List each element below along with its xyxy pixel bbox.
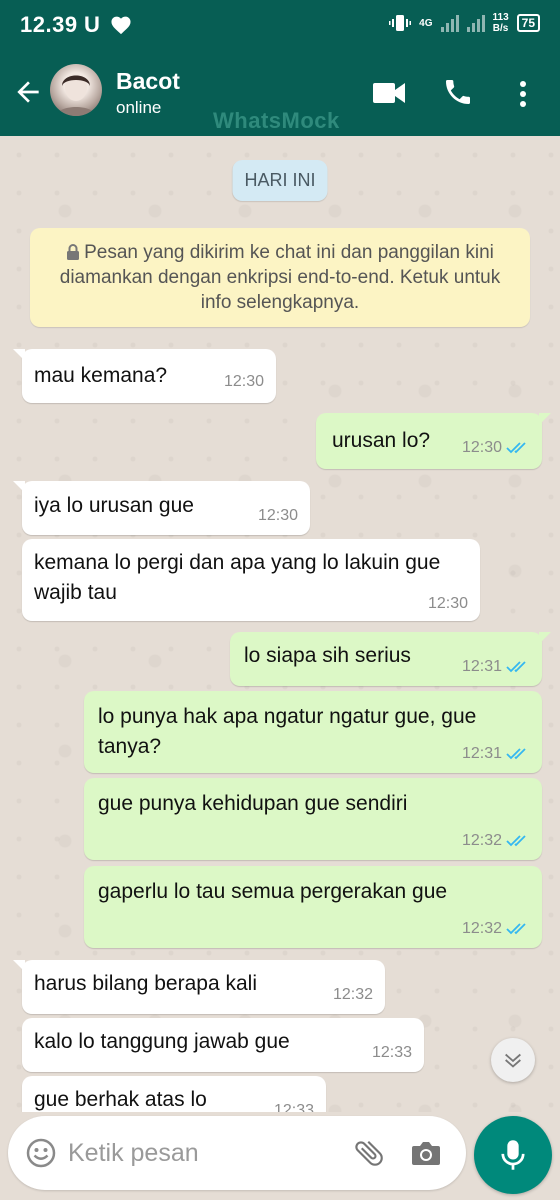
status-u-indicator: U bbox=[84, 12, 100, 37]
phone-icon[interactable] bbox=[442, 76, 474, 108]
message-input[interactable] bbox=[68, 1130, 338, 1176]
lock-icon bbox=[67, 244, 80, 260]
message-time: 12:30 bbox=[461, 439, 502, 456]
mic-icon bbox=[501, 1140, 525, 1170]
message-incoming[interactable]: kalo lo tanggung jawab gue 12:33 bbox=[22, 1018, 424, 1072]
message-meta: 12:31 bbox=[462, 745, 530, 763]
message-text: harus bilang berapa kali bbox=[34, 972, 257, 995]
double-check-icon bbox=[506, 748, 526, 760]
signal-icon-2 bbox=[466, 14, 485, 32]
status-bar: 12.39 U 4G 113 B/s 75 bbox=[0, 0, 560, 52]
contact-name[interactable]: Bacot bbox=[116, 68, 180, 95]
date-chip: HARI INI bbox=[232, 160, 328, 201]
watermark: WhatsMock bbox=[213, 108, 340, 133]
message-incoming[interactable]: gue berhak atas lo 12:33 bbox=[22, 1076, 326, 1112]
message-meta: 12:33 bbox=[372, 1044, 412, 1062]
message-outgoing[interactable]: lo siapa sih serius 12:31 bbox=[230, 632, 551, 686]
battery-indicator: 75 bbox=[516, 14, 540, 32]
vibrate-icon bbox=[389, 15, 412, 31]
message-time: 12:31 bbox=[461, 745, 502, 762]
contact-status: online bbox=[116, 98, 162, 117]
emoji-icon[interactable] bbox=[26, 1138, 56, 1168]
attach-icon[interactable] bbox=[352, 1136, 386, 1170]
signal-icon bbox=[440, 14, 459, 32]
message-outgoing[interactable]: gaperlu lo tau semua pergerakan gue 12:3… bbox=[84, 866, 542, 948]
network-type: 4G bbox=[419, 17, 433, 29]
message-time: 12:33 bbox=[273, 1102, 314, 1112]
message-time: 12:30 bbox=[257, 507, 298, 524]
avatar-image bbox=[56, 75, 96, 116]
message-meta: 12:32 bbox=[333, 986, 373, 1004]
bubble-tail bbox=[13, 960, 25, 972]
chat-area[interactable]: HARI INI Pesan yang dikirim ke chat ini … bbox=[0, 136, 560, 1112]
message-incoming[interactable]: kemana lo pergi dan apa yang lo lakuin g… bbox=[22, 539, 480, 621]
status-time: 12.39 bbox=[20, 12, 78, 37]
message-outgoing[interactable]: gue punya kehidupan gue sendiri 12:32 bbox=[84, 778, 542, 860]
encryption-notice[interactable]: Pesan yang dikirim ke chat ini dan pangg… bbox=[30, 228, 530, 327]
mic-button[interactable] bbox=[474, 1116, 552, 1194]
bubble-tail bbox=[539, 632, 551, 644]
message-incoming[interactable]: harus bilang berapa kali 12:32 bbox=[13, 960, 385, 1014]
chevron-down-icon bbox=[505, 1053, 521, 1068]
back-arrow-icon[interactable] bbox=[12, 76, 44, 108]
chat-header: Bacot online WhatsMock bbox=[0, 52, 560, 136]
double-check-icon bbox=[506, 923, 526, 935]
message-incoming[interactable]: mau kemana? 12:30 bbox=[13, 349, 276, 403]
message-text: kemana lo pergi dan apa yang lo lakuin g… bbox=[34, 551, 441, 604]
double-check-icon bbox=[506, 442, 526, 454]
heart-icon bbox=[111, 16, 131, 35]
message-text: gue berhak atas lo bbox=[34, 1088, 207, 1111]
message-time: 12:31 bbox=[461, 658, 502, 675]
message-time: 12:32 bbox=[332, 986, 373, 1003]
network-speed: 113 B/s bbox=[492, 12, 509, 34]
bubble-tail bbox=[13, 481, 25, 493]
message-meta: 12:32 bbox=[462, 920, 530, 938]
message-outgoing[interactable]: urusan lo? 12:30 bbox=[316, 413, 551, 469]
message-time: 12:32 bbox=[461, 832, 502, 849]
camera-icon[interactable] bbox=[410, 1138, 442, 1168]
more-icon[interactable] bbox=[516, 80, 530, 108]
input-bar bbox=[0, 1112, 560, 1200]
message-meta: 12:32 bbox=[462, 832, 530, 850]
message-text: kalo lo tanggung jawab gue bbox=[34, 1030, 290, 1053]
message-incoming[interactable]: iya lo urusan gue 12:30 bbox=[13, 481, 310, 535]
message-text: gaperlu lo tau semua pergerakan gue bbox=[98, 880, 448, 903]
message-text: gue punya kehidupan gue sendiri bbox=[98, 792, 408, 815]
scroll-to-bottom-button[interactable] bbox=[491, 1038, 535, 1082]
message-meta: 12:33 bbox=[274, 1102, 314, 1112]
message-meta: 12:30 bbox=[224, 373, 264, 391]
video-call-icon[interactable] bbox=[372, 80, 406, 106]
bubble-tail bbox=[539, 413, 551, 425]
message-input-box bbox=[8, 1116, 466, 1190]
double-check-icon bbox=[506, 661, 526, 673]
message-meta: 12:31 bbox=[462, 658, 530, 676]
encryption-notice-text: Pesan yang dikirim ke chat ini dan pangg… bbox=[59, 242, 501, 313]
message-time: 12:32 bbox=[461, 920, 502, 937]
message-time: 12:33 bbox=[371, 1044, 412, 1061]
message-meta: 12:30 bbox=[428, 595, 468, 613]
message-time: 12:30 bbox=[223, 373, 264, 390]
message-text: lo punya hak apa ngatur ngatur gue, gue … bbox=[98, 705, 477, 758]
status-right-group: 4G 113 B/s 75 bbox=[389, 12, 540, 34]
double-check-icon bbox=[506, 835, 526, 847]
message-outgoing[interactable]: lo punya hak apa ngatur ngatur gue, gue … bbox=[84, 691, 542, 773]
bubble-tail bbox=[13, 349, 25, 361]
message-time: 12:30 bbox=[427, 595, 468, 612]
message-meta: 12:30 bbox=[258, 507, 298, 525]
message-meta: 12:30 bbox=[462, 439, 530, 457]
avatar[interactable] bbox=[50, 64, 102, 116]
